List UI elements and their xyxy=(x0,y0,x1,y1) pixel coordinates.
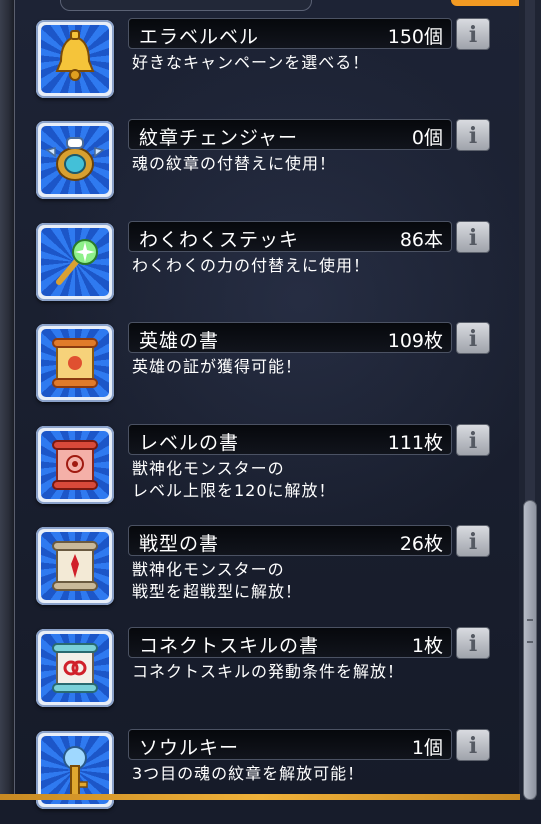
item-name: ソウルキー xyxy=(139,737,240,759)
item-count: 26枚 xyxy=(399,533,443,555)
list-item[interactable]: 英雄の書 109枚 i 英雄の証が獲得可能！ xyxy=(0,322,520,417)
info-button[interactable]: i xyxy=(456,627,490,659)
list-item[interactable]: ソウルキー 1個 i 3つ目の魂の紋章を解放可能！ xyxy=(0,729,520,824)
item-description: 獣神化モンスターの レベル上限を120に解放！ xyxy=(132,458,336,502)
info-button[interactable]: i xyxy=(456,525,490,557)
info-icon: i xyxy=(468,733,478,759)
description-line: レベル上限を120に解放！ xyxy=(132,481,336,500)
item-name: 戦型の書 xyxy=(139,533,220,555)
info-button[interactable]: i xyxy=(456,119,490,151)
item-name-bar: レベルの書 111枚 xyxy=(128,424,452,455)
item-name-bar: コネクトスキルの書 1枚 xyxy=(128,627,452,658)
info-button[interactable]: i xyxy=(456,424,490,456)
item-description: 好きなキャンペーンを選べる！ xyxy=(132,52,369,74)
info-button[interactable]: i xyxy=(456,729,490,761)
description-line: 獣神化モンスターの xyxy=(132,459,285,478)
item-name-bar: 戦型の書 26枚 xyxy=(128,525,452,556)
bottom-bar-edge xyxy=(0,794,520,800)
description-line: 戦型を超戦型に解放！ xyxy=(132,582,303,601)
list-item[interactable]: エラベルベル 150個 i 好きなキャンペーンを選べる！ xyxy=(0,18,520,113)
scrollbar[interactable] xyxy=(519,0,541,800)
list-item[interactable]: わくわくステッキ 86本 i わくわくの力の付替えに使用！ xyxy=(0,221,520,316)
item-name: 紋章チェンジャー xyxy=(139,127,299,149)
item-list: エラベルベル 150個 i 好きなキャンペーンを選べる！ 紋章チェンジャー 0個… xyxy=(0,0,520,809)
info-icon: i xyxy=(468,631,478,657)
item-description: 魂の紋章の付替えに使用！ xyxy=(132,153,336,175)
description-line: 獣神化モンスターの xyxy=(132,560,285,579)
item-description: 英雄の証が獲得可能！ xyxy=(132,356,302,378)
info-button[interactable]: i xyxy=(456,322,490,354)
description-line: 英雄の証が獲得可能！ xyxy=(132,357,303,376)
list-item[interactable]: レベルの書 111枚 i 獣神化モンスターの レベル上限を120に解放！ xyxy=(0,424,520,519)
item-count: 86本 xyxy=(399,229,443,251)
item-icon-frame xyxy=(36,324,114,402)
info-button[interactable]: i xyxy=(456,221,490,253)
wand-icon xyxy=(41,228,109,296)
info-icon: i xyxy=(468,529,478,555)
item-count: 1枚 xyxy=(411,635,443,657)
item-name: レベルの書 xyxy=(139,432,240,454)
item-icon-frame xyxy=(36,121,114,199)
item-name: コネクトスキルの書 xyxy=(139,635,320,657)
description-line: コネクトスキルの発動条件を解放！ xyxy=(132,662,405,681)
level-scroll-icon xyxy=(41,431,109,499)
item-name: 英雄の書 xyxy=(139,330,220,352)
info-icon: i xyxy=(468,225,478,251)
item-count: 150個 xyxy=(387,26,443,48)
item-description: 獣神化モンスターの 戦型を超戦型に解放！ xyxy=(132,559,302,603)
battle-type-scroll-icon xyxy=(41,532,109,600)
item-name-bar: 英雄の書 109枚 xyxy=(128,322,452,353)
item-count: 111枚 xyxy=(387,432,443,454)
info-icon: i xyxy=(468,123,478,149)
description-line: わくわくの力の付替えに使用！ xyxy=(132,256,371,275)
info-icon: i xyxy=(468,22,478,48)
info-button[interactable]: i xyxy=(456,18,490,50)
list-item[interactable]: 紋章チェンジャー 0個 i 魂の紋章の付替えに使用！ xyxy=(0,119,520,214)
info-icon: i xyxy=(468,326,478,352)
connect-skill-scroll-icon xyxy=(41,634,109,702)
item-description: わくわくの力の付替えに使用！ xyxy=(132,255,370,277)
scroll-thumb[interactable] xyxy=(523,500,537,800)
info-icon: i xyxy=(468,428,478,454)
grip-icon xyxy=(527,619,533,643)
hero-scroll-icon xyxy=(41,329,109,397)
item-description: 3つ目の魂の紋章を解放可能！ xyxy=(132,763,364,785)
item-icon-frame xyxy=(36,629,114,707)
item-name-bar: ソウルキー 1個 xyxy=(128,729,452,760)
item-count: 109枚 xyxy=(387,330,443,352)
item-name-bar: わくわくステッキ 86本 xyxy=(128,221,452,252)
list-item[interactable]: コネクトスキルの書 1枚 i コネクトスキルの発動条件を解放！ xyxy=(0,627,520,722)
item-count: 0個 xyxy=(411,127,443,149)
item-icon-frame xyxy=(36,223,114,301)
item-name: エラベルベル xyxy=(139,26,260,48)
description-line: 好きなキャンペーンを選べる！ xyxy=(132,53,370,72)
crest-changer-icon xyxy=(41,126,109,194)
item-description: コネクトスキルの発動条件を解放！ xyxy=(132,661,404,683)
item-count: 1個 xyxy=(411,737,443,759)
item-icon-frame xyxy=(36,20,114,98)
item-name: わくわくステッキ xyxy=(139,229,300,251)
description-line: 3つ目の魂の紋章を解放可能！ xyxy=(132,764,365,783)
bell-icon xyxy=(41,25,109,93)
item-icon-frame xyxy=(36,527,114,605)
item-name-bar: エラベルベル 150個 xyxy=(128,18,452,49)
item-name-bar: 紋章チェンジャー 0個 xyxy=(128,119,452,150)
description-line: 魂の紋章の付替えに使用！ xyxy=(132,154,337,173)
list-item[interactable]: 戦型の書 26枚 i 獣神化モンスターの 戦型を超戦型に解放！ xyxy=(0,525,520,620)
item-icon-frame xyxy=(36,426,114,504)
